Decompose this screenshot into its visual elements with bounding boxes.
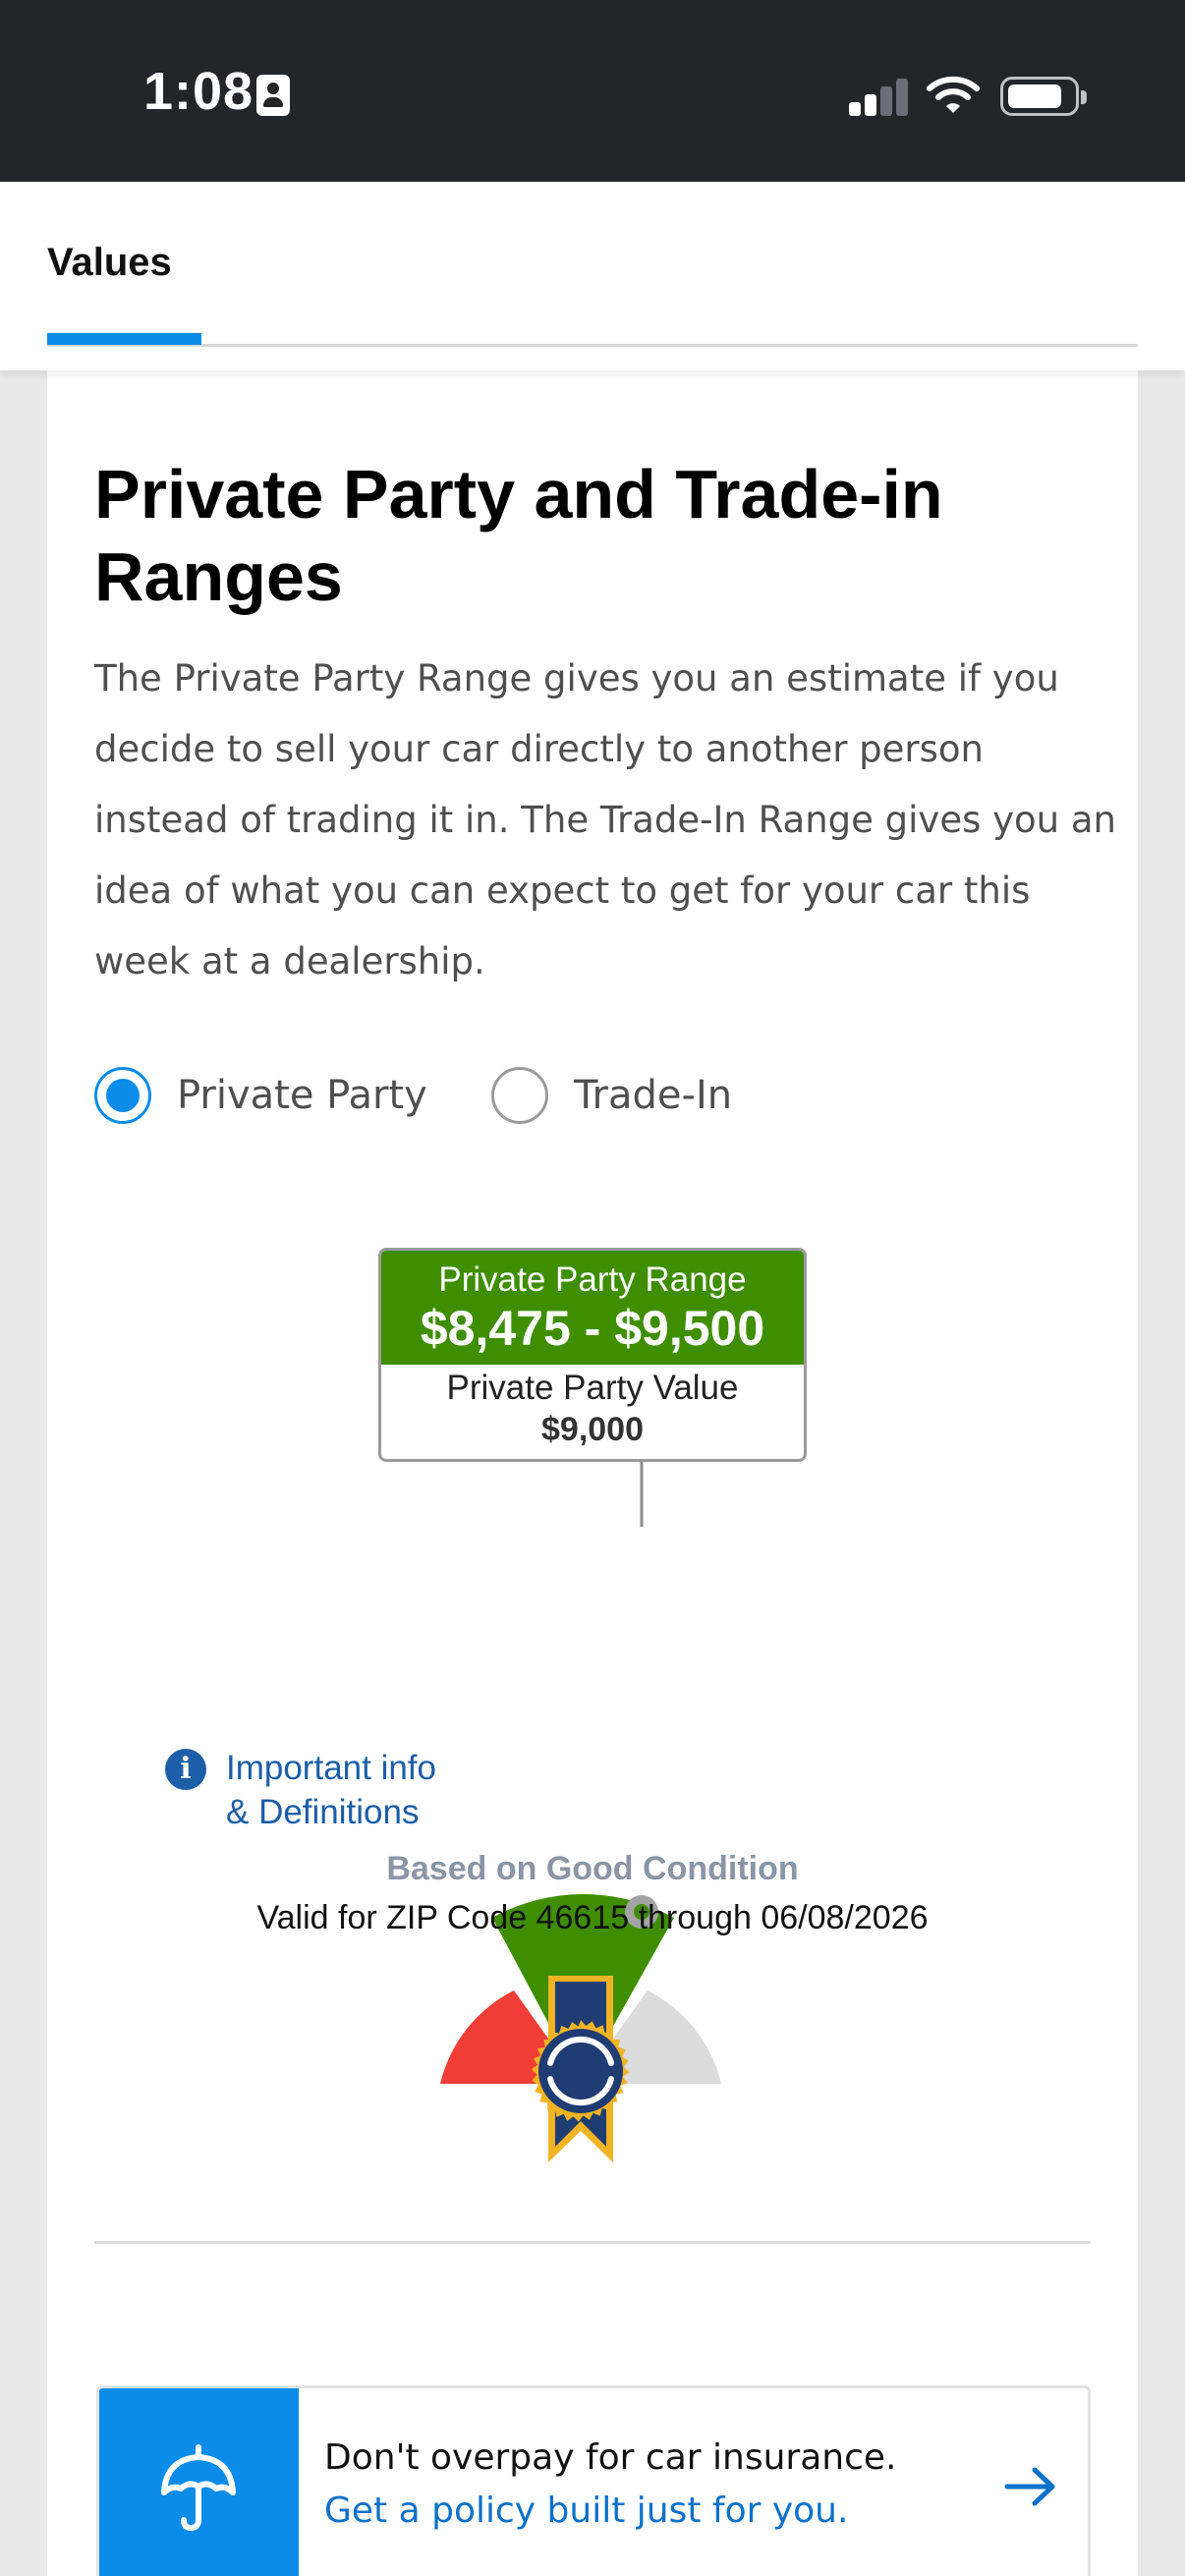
value-gauge xyxy=(440,1461,721,2162)
private-party-range-box: Private Party Range $8,475 - $9,500 Priv… xyxy=(378,1248,807,1462)
range-value: $8,475 - $9,500 xyxy=(420,1301,765,1356)
active-tab-indicator xyxy=(47,333,201,345)
tab-bar-divider xyxy=(47,344,1138,347)
values-card: Private Party and Trade-in Ranges The Pr… xyxy=(47,370,1138,2576)
important-info-link[interactable]: i Important info & Definitions xyxy=(165,1746,436,1834)
section-title: Private Party and Trade-in Ranges xyxy=(94,456,943,615)
insurance-headline[interactable]: Don't overpay for car insurance. xyxy=(324,2437,896,2478)
cellular-signal-icon xyxy=(849,77,908,116)
info-link-line2[interactable]: & Definitions xyxy=(226,1790,436,1834)
status-time: 1:08 xyxy=(143,62,254,121)
radio-private-party-label[interactable]: Private Party xyxy=(177,1073,427,1118)
radio-private-party[interactable]: Private Party xyxy=(94,1066,427,1125)
radio-trade-in-circle[interactable] xyxy=(491,1067,548,1124)
badge-seal-icon xyxy=(531,2020,630,2122)
wifi-icon xyxy=(927,76,980,113)
range-header: Private Party Range $8,475 - $9,500 xyxy=(381,1251,804,1365)
info-icon[interactable]: i xyxy=(165,1749,206,1790)
insurance-icon-box xyxy=(99,2388,299,2576)
tab-values[interactable]: Values xyxy=(47,241,172,285)
section-description: The Private Party Range gives you an est… xyxy=(94,657,1116,982)
contact-card-icon xyxy=(256,75,290,116)
radio-trade-in[interactable]: Trade-In xyxy=(491,1066,732,1125)
validity-text: Valid for ZIP Code 46615 through 06/08/2… xyxy=(256,1899,929,1936)
condition-text: Based on Good Condition xyxy=(386,1850,799,1887)
page-header: Values xyxy=(0,182,1185,370)
value-label: Private Party Value xyxy=(446,1369,739,1407)
range-label: Private Party Range xyxy=(438,1260,747,1299)
umbrella-icon xyxy=(161,2444,236,2532)
arrow-right-icon[interactable] xyxy=(1003,2465,1058,2508)
insurance-subline[interactable]: Get a policy built just for you. xyxy=(324,2491,848,2531)
battery-icon xyxy=(1000,77,1087,116)
info-link-line1[interactable]: Important info xyxy=(226,1746,436,1790)
radio-private-party-circle[interactable] xyxy=(94,1067,151,1124)
section-divider xyxy=(94,2241,1091,2244)
value-amount: $9,000 xyxy=(541,1411,644,1448)
radio-trade-in-label[interactable]: Trade-In xyxy=(574,1073,732,1118)
status-bar: 1:08 xyxy=(0,0,1185,182)
insurance-banner[interactable]: Don't overpay for car insurance. Get a p… xyxy=(96,2385,1091,2576)
